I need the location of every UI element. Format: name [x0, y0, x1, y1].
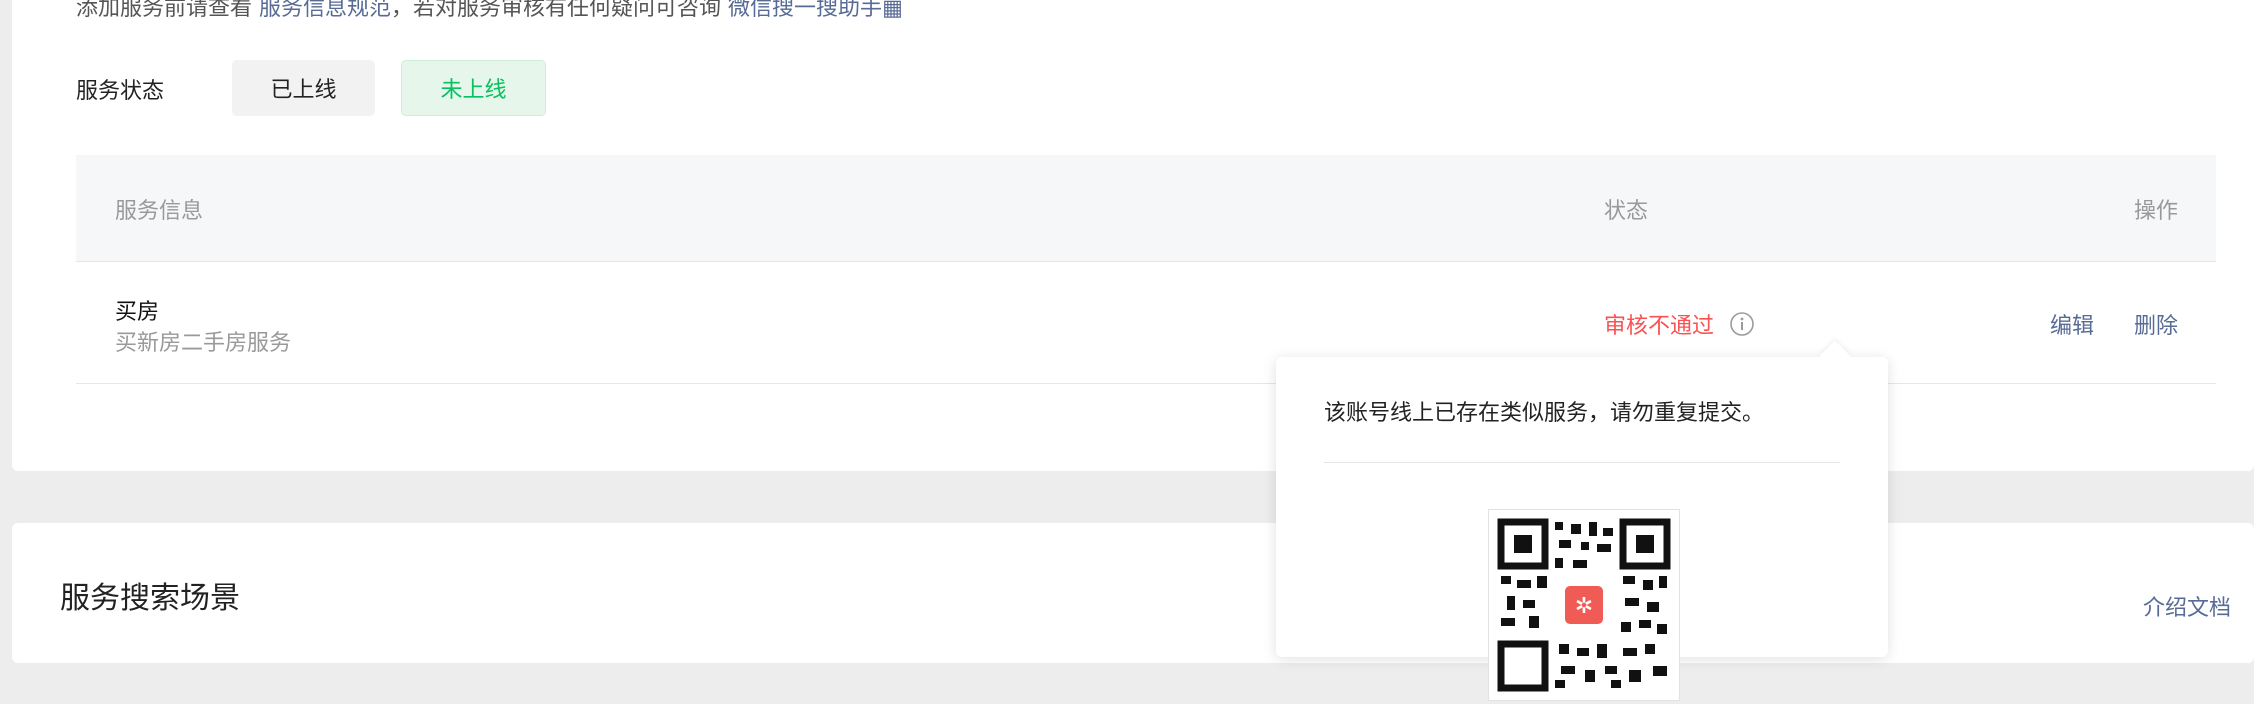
header-service-info: 服务信息	[115, 199, 204, 224]
table-header: 服务信息 状态 操作	[76, 155, 2216, 262]
delete-button[interactable]: 删除	[2134, 308, 2178, 340]
popover-divider	[1324, 462, 1840, 463]
header-actions: 操作	[2134, 199, 2179, 224]
service-spec-link[interactable]: 服务信息规范	[259, 0, 391, 21]
service-description: 买新房二手房服务	[115, 331, 292, 356]
status-rejected: 审核不通过	[1604, 314, 1715, 339]
intro-doc-link[interactable]: 介绍文档	[2143, 590, 2231, 622]
info-icon[interactable]	[1729, 311, 1755, 337]
service-status-label: 服务状态	[76, 79, 165, 104]
table-row: 买房 买新房二手房服务 审核不通过 编辑 删除	[76, 262, 2216, 384]
service-name: 买房	[115, 300, 160, 325]
filter-offline-button[interactable]: 未上线	[401, 60, 546, 116]
header-status: 状态	[1604, 199, 1649, 224]
filter-online-button[interactable]: 已上线	[232, 60, 375, 116]
notice-prefix: 添加服务前请查看	[76, 0, 253, 21]
search-scene-card	[12, 523, 2254, 663]
rejection-popover: 该账号线上已存在类似服务，请勿重复提交。 ✲	[1276, 340, 1888, 701]
notice-middle: ，若对服务审核有任何疑问可咨询	[391, 0, 722, 21]
search-assistant-link[interactable]: 微信搜一搜助手	[728, 0, 882, 21]
section-title: 服务搜索场景	[60, 581, 240, 616]
qr-code-icon: ✲	[1488, 509, 1680, 701]
edit-button[interactable]: 编辑	[2050, 308, 2094, 340]
svg-text:✲: ✲	[1575, 594, 1593, 619]
popover-message: 该账号线上已存在类似服务，请勿重复提交。	[1324, 401, 1765, 426]
qr-small-icon[interactable]: ▦	[882, 0, 903, 21]
notice-text: 添加服务前请查看 服务信息规范，若对服务审核有任何疑问可咨询 微信搜一搜助手▦	[76, 0, 903, 22]
